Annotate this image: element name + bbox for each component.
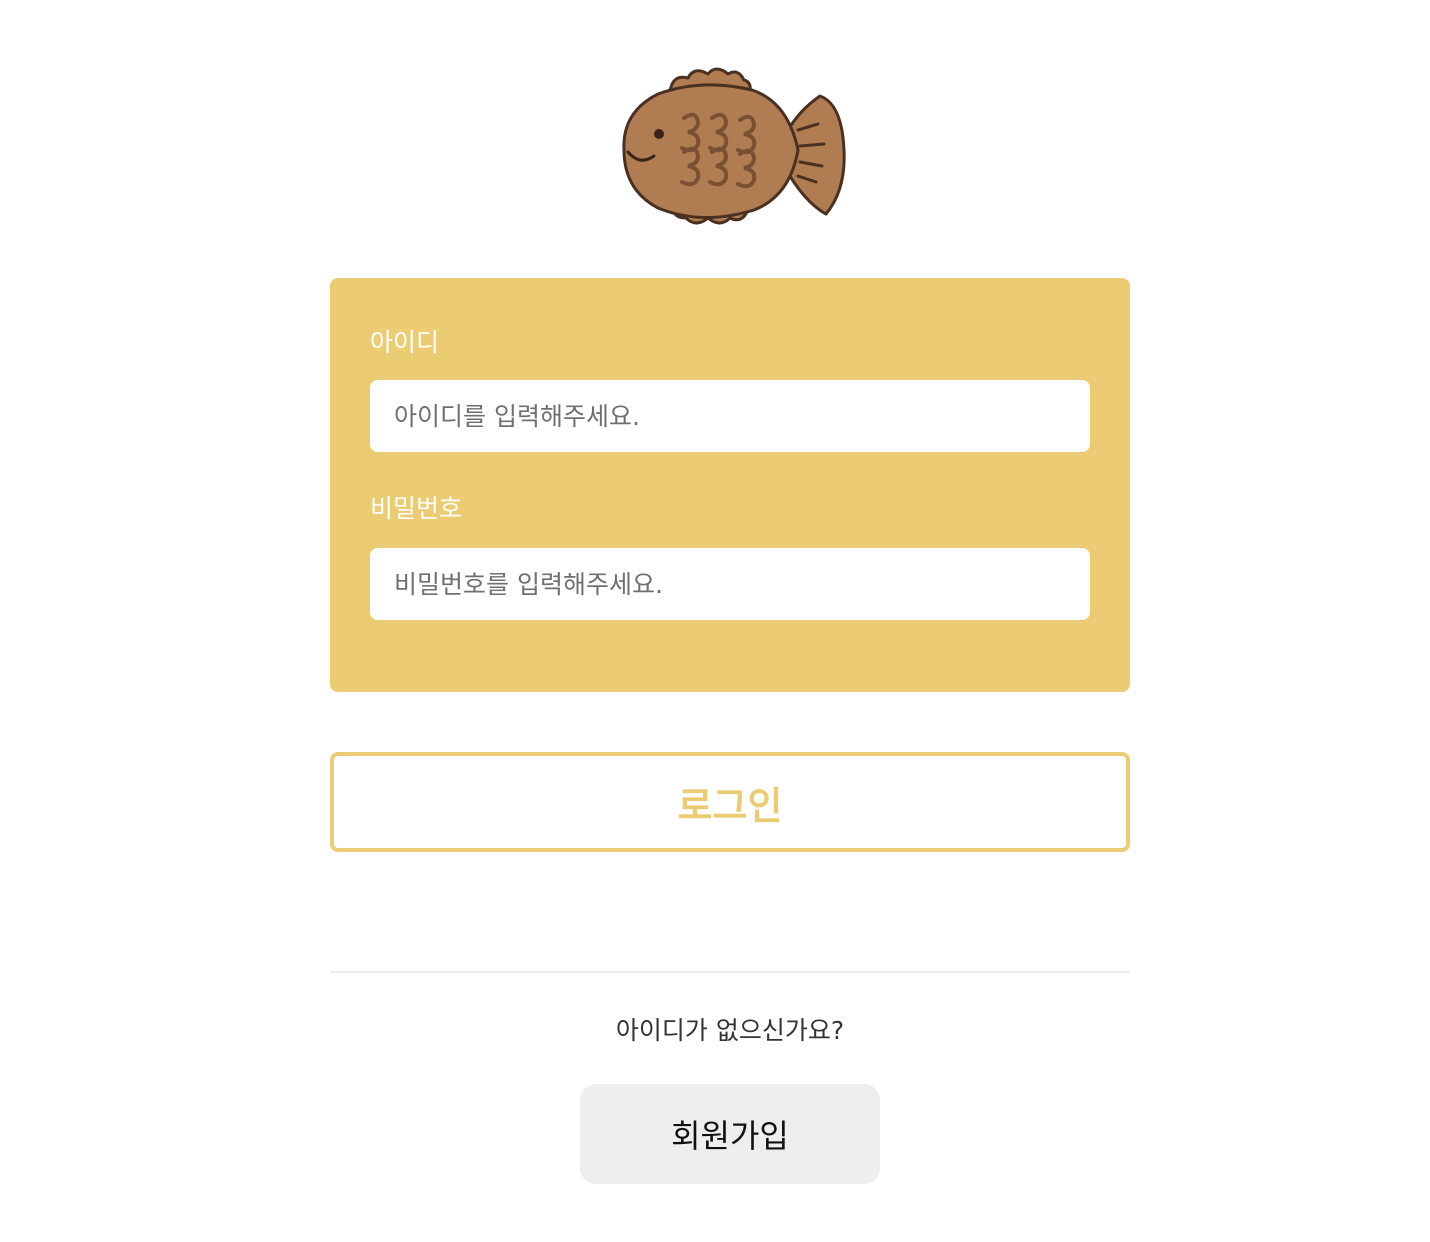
id-input[interactable] — [370, 380, 1090, 452]
signup-prompt: 아이디가 없으신가요? — [615, 1016, 845, 1045]
bungeoppang-fish-icon — [622, 67, 846, 225]
password-label: 비밀번호 — [370, 494, 463, 523]
id-label: 아이디 — [370, 328, 440, 357]
fish-eye — [654, 129, 664, 139]
signup-button[interactable]: 회원가입 — [580, 1084, 880, 1184]
divider — [330, 971, 1130, 973]
login-form-panel: 아이디 비밀번호 — [330, 278, 1130, 692]
login-button[interactable]: 로그인 — [330, 752, 1130, 852]
password-input[interactable] — [370, 548, 1090, 620]
